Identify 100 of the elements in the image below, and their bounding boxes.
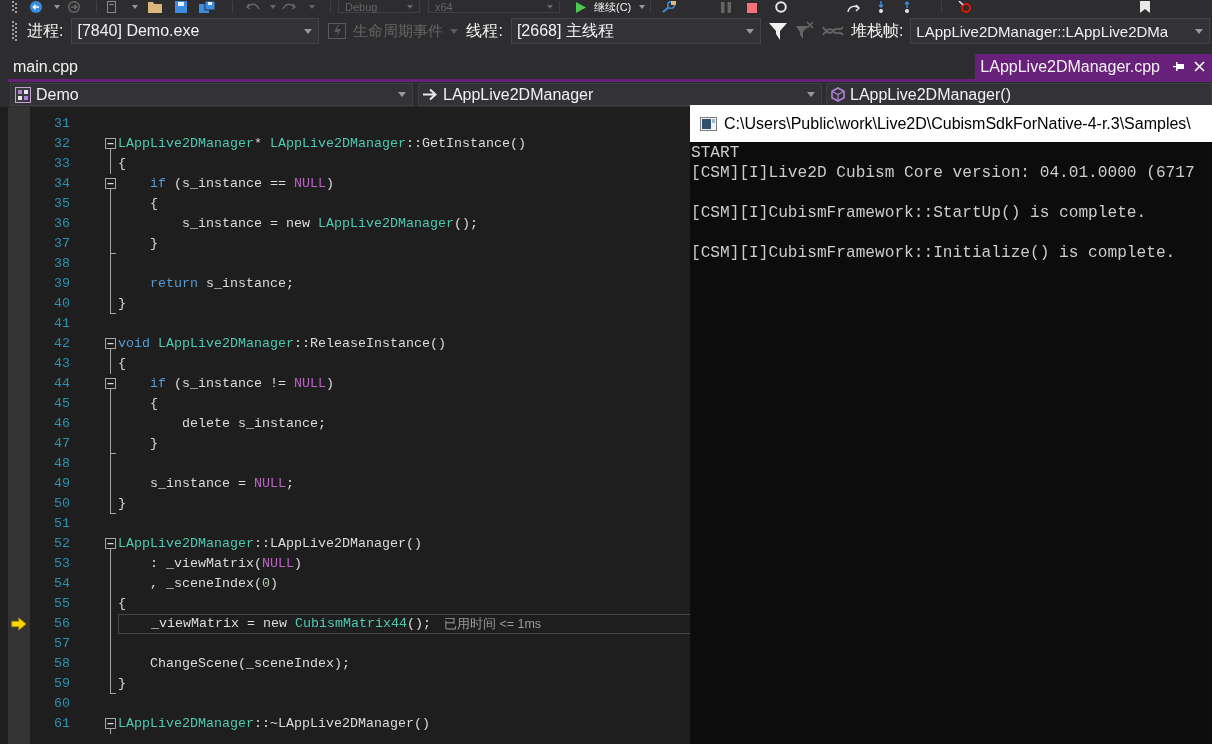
continue-button[interactable]: 继续(C) [574,1,634,13]
code-line: : _viewMatrix(NULL) [150,555,302,573]
line-number: 57 [54,636,70,651]
line-number: 41 [54,316,70,331]
code-line: s_instance = new LAppLive2DManager(); [182,215,478,233]
code-line: , _sceneIndex(0) [150,575,278,593]
line-number: 36 [54,216,70,231]
caret-icon [807,92,815,97]
caret-icon [398,92,406,97]
document-tab[interactable]: LAppLive2DManager.cpp [975,54,1212,79]
code-line: LAppLive2DManager* LAppLive2DManager::GetInstance() [118,135,526,153]
console-line: START [691,143,741,163]
caret-icon [547,4,553,9]
line-number: 53 [54,556,70,571]
caret-icon [745,28,754,34]
line-number: 50 [54,496,70,511]
line-number: 46 [54,416,70,431]
console-line: [CSM][I]CubismFramework::Initialize() is complete. [691,243,1177,263]
code-line: { [118,155,126,173]
document-tab[interactable]: main.cpp [8,54,83,79]
pin-icon[interactable] [1173,61,1185,72]
curved-arrow-icon[interactable] [847,3,862,13]
scope-dropdown[interactable]: LAppLive2DManager [418,83,822,106]
code-line: } [118,675,126,693]
line-number: 37 [54,236,70,251]
line-number: 48 [54,456,70,471]
stack-frame-dropdown[interactable]: LAppLive2DManager::LAppLive2DMa [910,18,1211,44]
window-title: C:\Users\Public\work\Live2D\CubismSdkForNative-4-r.3\Samples\ [724,114,1191,133]
stop-icon[interactable] [747,3,758,13]
code-line: } [150,235,158,253]
arrow-dot-icon[interactable] [877,1,886,13]
line-number: 35 [54,196,70,211]
caret-icon [1195,28,1204,34]
code-line: if (s_instance != NULL) [150,375,334,393]
line-number: 40 [54,296,70,311]
line-number: 42 [54,336,70,351]
code-line: return s_instance; [150,275,294,293]
line-number: 39 [54,276,70,291]
collapse-icon[interactable] [105,138,116,149]
line-number: 38 [54,256,70,271]
process-dropdown[interactable]: [7840] Demo.exe [71,18,320,44]
collapse-icon[interactable] [105,538,116,549]
code-line: _viewMatrix = new CubismMatrix44(); [151,615,431,633]
filter-icon[interactable] [767,21,788,41]
two-floppy-disks-icon[interactable] [199,1,215,13]
close-icon[interactable] [1194,61,1205,72]
line-number: 31 [54,116,70,131]
code-line: } [118,295,126,313]
collapse-icon[interactable] [105,338,116,349]
collapse-icon[interactable] [105,378,116,389]
console-line: [CSM][I]Live2D Cubism Core version: 04.01.0000 (6717 [691,163,1196,183]
ring-with-stroke-icon[interactable] [958,1,973,13]
code-line: LAppLive2DManager::~LAppLive2DManager() [118,715,430,733]
member-dropdown[interactable]: LAppLive2DManager() [826,83,1212,106]
caret-icon [450,28,459,34]
line-number: 49 [54,476,70,491]
cube-icon [831,87,845,102]
caret-icon[interactable] [132,5,138,9]
code-line: { [150,195,158,213]
forward-icon[interactable] [68,1,80,13]
caret-icon [304,28,313,34]
grip-icon [12,21,17,41]
folder-icon[interactable] [148,1,162,13]
caret-icon[interactable] [54,5,60,9]
collapse-icon[interactable] [105,718,116,729]
line-number: 60 [54,696,70,711]
arrow-dot-icon[interactable] [903,1,912,13]
lightning-icon [328,23,347,39]
window-icon [700,116,717,131]
arrow-icon [423,88,438,101]
code-line: { [118,595,126,613]
process-label: 进程: [27,20,64,41]
page-icon[interactable] [106,1,118,13]
code-line: void LAppLive2DManager::ReleaseInstance() [118,335,446,353]
line-number: 33 [54,156,70,171]
ring-icon[interactable] [775,1,788,13]
code-line: } [118,495,126,513]
line-number: 34 [54,176,70,191]
line-number: 44 [54,376,70,391]
magnifier-icon[interactable] [662,1,677,13]
elapsed-time-hint: 已用时间 <= 1ms [443,616,542,633]
line-number: 61 [54,716,70,731]
line-number: 45 [54,396,70,411]
play-icon [576,1,586,13]
collapse-icon[interactable] [105,178,116,189]
caret-icon [407,4,413,9]
grip-icon [12,1,17,13]
back-icon[interactable] [30,1,42,13]
line-number: 56 [54,616,70,631]
thread-dropdown[interactable]: [2668] 主线程 [510,18,761,44]
code-line: LAppLive2DManager::LAppLive2DManager() [118,535,422,553]
code-line: { [150,395,158,413]
code-line: { [118,355,126,373]
bookmark-icon[interactable] [1139,1,1152,13]
caret-icon[interactable] [639,5,646,9]
project-dropdown[interactable]: Demo [10,83,413,106]
line-number: 47 [54,436,70,451]
thread-label: 线程: [466,20,503,41]
line-number: 59 [54,676,70,691]
line-number: 43 [54,356,70,371]
